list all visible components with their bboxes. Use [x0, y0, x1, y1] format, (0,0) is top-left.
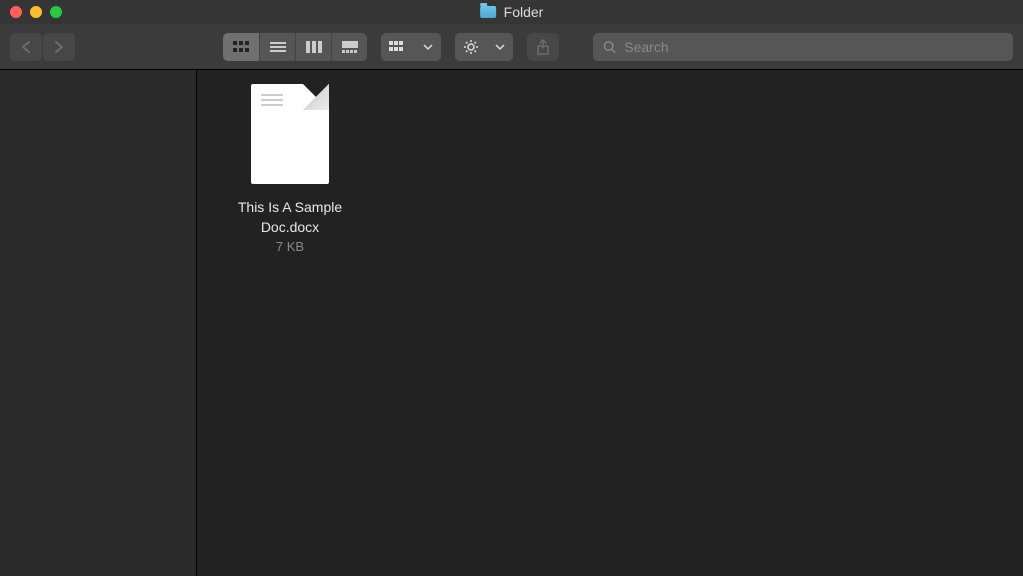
- search-input[interactable]: [624, 39, 1003, 55]
- window-title-group: Folder: [480, 4, 544, 20]
- sidebar: [0, 70, 197, 576]
- chevron-down-icon: [415, 33, 441, 61]
- file-name: This Is A Sample Doc.docx: [215, 198, 365, 237]
- content-area[interactable]: This Is A Sample Doc.docx 7 KB: [197, 70, 1023, 576]
- window-controls: [0, 6, 62, 18]
- document-icon: [251, 84, 329, 184]
- gear-icon: [455, 33, 487, 61]
- body: This Is A Sample Doc.docx 7 KB: [0, 70, 1023, 576]
- minimize-window-button[interactable]: [30, 6, 42, 18]
- icon-view-button[interactable]: [223, 33, 259, 61]
- titlebar: Folder: [0, 0, 1023, 24]
- group-by-dropdown[interactable]: [381, 33, 441, 61]
- search-icon: [603, 40, 616, 54]
- file-item[interactable]: This Is A Sample Doc.docx 7 KB: [215, 84, 365, 254]
- close-window-button[interactable]: [10, 6, 22, 18]
- back-button[interactable]: [10, 33, 42, 61]
- column-view-button[interactable]: [295, 33, 331, 61]
- chevron-down-icon: [487, 33, 513, 61]
- fullscreen-window-button[interactable]: [50, 6, 62, 18]
- forward-button[interactable]: [43, 33, 75, 61]
- nav-buttons: [10, 33, 75, 61]
- file-size: 7 KB: [276, 239, 304, 254]
- window-title: Folder: [504, 4, 544, 20]
- gallery-view-button[interactable]: [331, 33, 367, 61]
- search-field[interactable]: [593, 33, 1013, 61]
- view-mode-group: [223, 33, 367, 61]
- share-button[interactable]: [527, 33, 559, 61]
- list-view-button[interactable]: [259, 33, 295, 61]
- action-dropdown[interactable]: [455, 33, 513, 61]
- toolbar: [0, 24, 1023, 70]
- folder-icon: [480, 6, 496, 18]
